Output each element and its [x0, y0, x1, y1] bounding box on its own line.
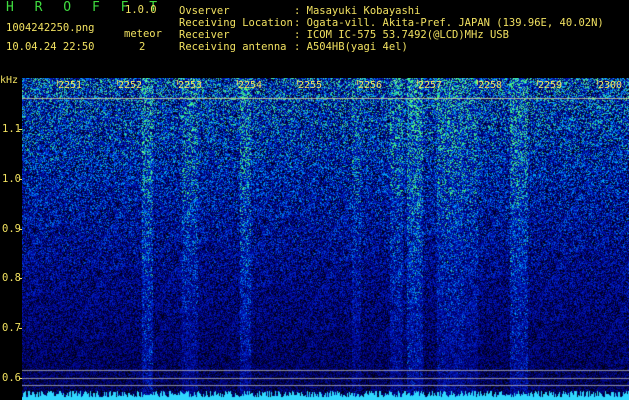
- antenna-label: Receiving antenna: [179, 41, 287, 53]
- header-panel: H R O F F T 1.0.0 1004242250.png 10.04.2…: [0, 0, 629, 78]
- observer-label: Ovserver: [179, 5, 230, 17]
- antenna-value: : A504HB(yagi 4el): [294, 41, 408, 53]
- location-value: : Ogata-vill. Akita-Pref. JAPAN (139.96E…: [294, 17, 604, 29]
- x-tick-label: 2253: [178, 80, 203, 91]
- filename-label: 1004242250.png: [6, 22, 95, 34]
- version-label: 1.0.0: [125, 4, 157, 16]
- x-tick-label: 2251: [58, 80, 83, 91]
- meteor-label: meteor: [124, 28, 162, 40]
- receiver-label: Receiver: [179, 29, 230, 41]
- x-tick-label: 2255: [298, 80, 323, 91]
- location-label: Receiving Location: [179, 17, 293, 29]
- x-tick-label: 2300: [598, 80, 623, 91]
- observer-value: : Masayuki Kobayashi: [294, 5, 421, 17]
- datetime-label: 10.04.24 22:50: [6, 41, 95, 53]
- x-tick-label: 2257: [418, 80, 443, 91]
- x-tick-label: 2259: [538, 80, 563, 91]
- meteor-count: 2: [139, 41, 146, 53]
- x-tick-label: 2256: [358, 80, 383, 91]
- x-tick-label: 2258: [478, 80, 503, 91]
- y-axis-unit: kHz: [0, 75, 19, 86]
- receiver-value: : ICOM IC-575 53.7492(@LCD)MHz USB: [294, 29, 509, 41]
- spectrogram-canvas: [22, 78, 629, 400]
- x-tick-label: 2252: [118, 80, 143, 91]
- x-tick-label: 2254: [238, 80, 263, 91]
